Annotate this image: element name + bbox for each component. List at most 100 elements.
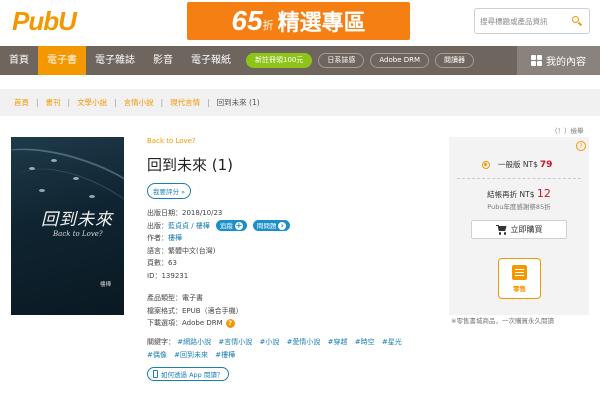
breadcrumb-separator: | <box>207 98 210 107</box>
product-type-row: 產品類型： 電子書 <box>147 292 437 305</box>
buy-now-button[interactable]: 立即購買 <box>471 220 567 239</box>
book-icon <box>512 264 527 280</box>
retail-badge[interactable]: 零售 <box>498 258 541 299</box>
nav-item-home[interactable]: 首頁 <box>0 46 38 75</box>
nav-pill-new-register[interactable]: 新註冊領100元 <box>246 53 313 68</box>
breadcrumb-item[interactable]: 言情小說 <box>124 97 154 108</box>
promo-banner[interactable]: 65 折 精選專區 <box>187 2 410 40</box>
tag-link[interactable]: #樓樺 <box>215 351 235 359</box>
product-type-label: 產品類型： <box>147 294 182 302</box>
banner-text: 精選專區 <box>277 11 366 36</box>
purchase-panel: ? 一般版 NT$ 79 結帳再折 NT$ 12 Pubu年度感謝祭85折 立即… <box>449 137 589 315</box>
file-format-value: EPUB（適合手機） <box>182 306 243 315</box>
main-nav: 首頁 電子書 電子雜誌 影音 電子報紙 新註冊領100元 日系誌感 Adobe … <box>0 46 600 75</box>
pages-value: 63 <box>168 259 177 267</box>
ask-question-button[interactable]: 問問題 › <box>252 220 291 232</box>
pubu-logo[interactable]: PubU <box>12 5 77 36</box>
cover-title: 回到未來 <box>41 210 113 230</box>
combo-label: 結帳再折 <box>487 190 518 199</box>
download-value: Adobe DRM <box>182 319 223 327</box>
option-label: 一般版 <box>498 160 521 169</box>
language-label: 語言： <box>147 246 168 255</box>
tag-link[interactable]: #時空 <box>355 338 375 346</box>
app-reading-label: 如何透過 App 閱讀？ <box>161 370 224 379</box>
help-icon[interactable]: ? <box>225 318 235 328</box>
follow-label: 追蹤 <box>219 221 233 230</box>
breadcrumb-item[interactable]: 書刊 <box>46 97 61 108</box>
publish-date-value: 2018/10/23 <box>182 209 223 217</box>
ask-question-label: 問問題 <box>256 221 277 230</box>
pages-label: 頁數： <box>147 259 168 267</box>
nav-pill-reader[interactable]: 閱讀器 <box>435 53 475 68</box>
tag-link[interactable]: #網路小說 <box>177 338 211 346</box>
book-cover[interactable]: 回到未來 Back to Love? 樓樺 <box>11 137 124 315</box>
nav-item-emagazines[interactable]: 電子雜誌 <box>86 46 144 75</box>
id-value: 139231 <box>161 271 189 280</box>
app-reading-button[interactable]: 如何透過 App 閱讀？ <box>147 366 230 381</box>
product-type-value: 電子書 <box>182 294 203 302</box>
currency-label: NT$ <box>522 160 538 169</box>
report-link[interactable]: （！）檢舉 <box>551 125 584 135</box>
publisher-row: 出版： 藍貞貞 / 樓樺 追蹤 + 問問題 › <box>147 220 437 233</box>
banner-unit: 折 <box>262 20 274 32</box>
author-link[interactable]: 樓樺 <box>168 232 182 245</box>
buy-now-label: 立即購買 <box>510 225 543 234</box>
grid-icon <box>531 55 542 66</box>
language-value: 繁體中文(台灣) <box>168 246 216 255</box>
tag-link[interactable]: #回到未來 <box>174 351 208 359</box>
combo-price: 12 <box>536 187 551 200</box>
breadcrumb-separator: | <box>160 98 164 107</box>
radio-selected-icon[interactable] <box>482 160 490 169</box>
retail-label: 零售 <box>513 284 526 293</box>
search-input[interactable] <box>475 10 567 32</box>
plus-icon: + <box>234 220 243 230</box>
publish-date-row: 出版日期： 2018/10/23 <box>147 207 437 220</box>
id-label: ID： <box>147 271 162 280</box>
help-icon[interactable]: ? <box>576 141 586 151</box>
nav-item-ebooks[interactable]: 電子書 <box>38 46 86 75</box>
tag-link[interactable]: #小說 <box>259 338 279 346</box>
combo-note: Pubu年度感謝祭85折 <box>487 203 551 211</box>
cover-subtitle: Back to Love? <box>53 230 103 238</box>
publisher-label: 出版： <box>147 221 168 230</box>
tag-link[interactable]: #穿越 <box>328 338 348 346</box>
banner-number: 65 <box>231 5 263 36</box>
download-label: 下載選項： <box>147 319 182 327</box>
tag-link[interactable]: #偶像 <box>147 351 167 359</box>
my-content-button[interactable]: 我的內容 <box>517 46 600 75</box>
breadcrumb-separator: | <box>114 98 117 107</box>
book-subtitle: Back to Love? <box>147 137 196 145</box>
nav-pill-adobe-drm[interactable]: Adobe DRM <box>370 53 430 68</box>
id-row: ID： 139231 <box>147 270 437 283</box>
rate-button[interactable]: 我要評分 » <box>147 183 192 199</box>
book-meta: 出版日期： 2018/10/23 出版： 藍貞貞 / 樓樺 追蹤 + 問問題 ›… <box>147 207 437 381</box>
my-content-label: 我的內容 <box>546 57 586 68</box>
follow-button[interactable]: 追蹤 + <box>215 220 247 232</box>
nav-item-enewspapers[interactable]: 電子報紙 <box>182 46 240 75</box>
tags-label: 關鍵字： <box>147 337 175 346</box>
tag-link[interactable]: #星光 <box>382 338 402 346</box>
nav-pill-japan[interactable]: 日系誌感 <box>318 53 365 68</box>
tags-row-2: #偶像 #回到未來 #樓樺 <box>147 349 437 362</box>
purchase-footnote: ※零售書城商品，一次購買永久閱讀 <box>451 317 554 325</box>
tags-row: 關鍵字： #網路小說 #言情小說 #小說 #愛情小說 #穿越 #時空 #星光 <box>147 336 437 349</box>
breadcrumb-separator: | <box>67 98 71 107</box>
search-icon[interactable] <box>571 15 583 27</box>
breadcrumb-item[interactable]: 文學小說 <box>77 97 107 108</box>
tag-link[interactable]: #言情小說 <box>218 338 252 346</box>
search-box <box>474 8 590 34</box>
price-option[interactable]: 一般版 NT$ 79 <box>482 159 552 170</box>
publisher-link[interactable]: 藍貞貞 / 樓樺 <box>168 220 210 233</box>
tag-link[interactable]: #愛情小說 <box>287 338 321 346</box>
logo-text: PubU <box>12 5 77 36</box>
breadcrumb-item[interactable]: 首頁 <box>14 97 29 108</box>
chevron-right-icon: › <box>278 221 287 230</box>
author-row: 作者： 樓樺 <box>147 232 437 245</box>
divider <box>457 178 581 179</box>
combo-currency: NT$ <box>519 190 535 199</box>
nav-item-video[interactable]: 影音 <box>144 46 182 75</box>
breadcrumb-item[interactable]: 現代言情 <box>170 97 200 108</box>
author-label: 作者： <box>147 234 168 242</box>
phone-icon <box>153 369 158 378</box>
file-format-label: 檔案格式： <box>147 306 182 315</box>
